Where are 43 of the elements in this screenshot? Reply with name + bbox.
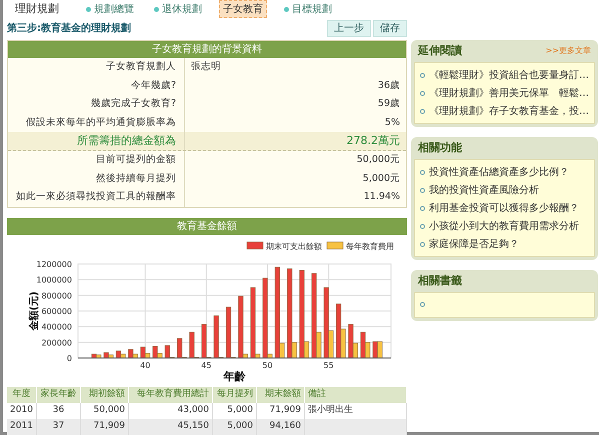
y-tick-label: 200000 <box>41 338 72 348</box>
field-value: 張志明 <box>190 60 222 74</box>
panel-title: 延伸閱讀 <box>418 42 462 59</box>
field-value: 36歲 <box>376 78 401 93</box>
panel-title: 相關書籤 <box>418 272 462 289</box>
y-tick-label: 1000000 <box>36 275 72 284</box>
y-tick-label: 400000 <box>41 322 72 332</box>
app-title: 理財規劃 <box>15 0 59 17</box>
field-value: 278.2萬元 <box>346 132 401 149</box>
y-tick-label: 600000 <box>41 306 72 316</box>
table-cell: 5,000 <box>213 418 257 435</box>
legend-label: 期末可支出餘額 <box>266 242 322 251</box>
field-value: 59歲 <box>376 97 401 112</box>
field-label: 如此一來必須尋找投資工具的報酬率 <box>8 188 185 207</box>
y-tick-label: 0 <box>66 354 72 363</box>
table-cell: 94,160 <box>257 418 305 435</box>
x-axis-title: 年齡 <box>224 370 246 383</box>
x-tick-label: 45 <box>201 360 212 370</box>
field-label: 今年幾歲? <box>8 76 185 96</box>
table-cell: 45,150 <box>129 418 213 435</box>
legend-label: 每年教育費用 <box>346 242 394 251</box>
x-tick-label: 55 <box>324 360 334 370</box>
field-value: 11.94% <box>362 190 401 204</box>
section-header: 教育基金餘額 <box>7 218 407 235</box>
field-label: 子女教育規劃人 <box>8 58 185 77</box>
step-title: 第三步:教育基金的理財規劃 <box>7 21 131 36</box>
field-label: 所需籌措的總金額為 <box>8 132 185 150</box>
table-cell: 37 <box>37 418 81 435</box>
field-label: 然後持續每月提列 <box>8 170 185 188</box>
field-label: 目前可提列的金額 <box>8 150 185 170</box>
y-tick-label: 1200000 <box>36 260 72 269</box>
x-tick-label: 50 <box>262 360 273 370</box>
y-tick-label: 800000 <box>41 291 72 300</box>
table-cell: 2011 <box>7 418 37 435</box>
section-header: 子女教育規劃的背景資料 <box>8 41 406 58</box>
panel-title: 相關功能 <box>418 140 462 156</box>
x-tick-label: 40 <box>140 360 150 370</box>
y-axis-title: 金額(元) <box>29 291 40 330</box>
field-value: 50,000元 <box>356 153 401 168</box>
field-value: 5,000元 <box>362 172 401 186</box>
field-label: 幾歲完成子女教育? <box>8 95 185 114</box>
table-cell: 71,909 <box>81 418 129 435</box>
field-value: 5% <box>384 116 401 130</box>
